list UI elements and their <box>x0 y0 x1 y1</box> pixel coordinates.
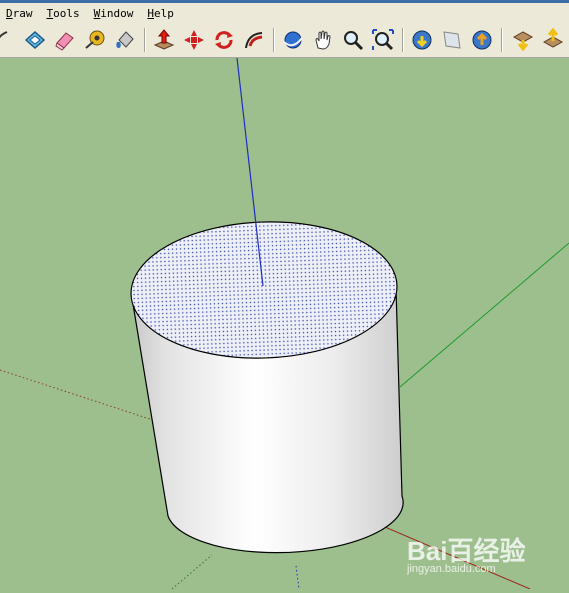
tape-measure-button[interactable] <box>82 27 108 53</box>
paint-bucket-icon <box>116 31 134 48</box>
make-component-button[interactable] <box>22 27 48 53</box>
zoom-icon <box>344 31 364 51</box>
pan-button[interactable] <box>310 27 336 53</box>
paint-bucket-button[interactable] <box>112 27 138 53</box>
push-pull-button[interactable] <box>151 27 177 53</box>
toolbar-separator <box>501 28 503 52</box>
watermark-url: jingyan.baidu.com <box>407 563 496 575</box>
zoom-extents-button[interactable] <box>370 27 396 53</box>
tape-measure-icon <box>85 30 105 49</box>
google-earth-icon <box>472 30 492 50</box>
eraser-button[interactable] <box>52 27 78 53</box>
model-viewport[interactable]: Bai百经验 jingyan.baidu.com <box>0 57 569 590</box>
eraser-icon <box>55 32 74 51</box>
get-models-icon <box>412 30 432 50</box>
menu-tools[interactable]: Tools <box>47 7 86 20</box>
toolbar-separator <box>144 28 146 52</box>
menu-window[interactable]: Window <box>94 7 140 20</box>
arc-icon <box>0 31 8 39</box>
share-model-icon <box>443 31 461 49</box>
red-axis-dotted <box>0 369 169 426</box>
get-models-button[interactable] <box>409 27 435 53</box>
green-axis <box>399 242 569 388</box>
share-model-button[interactable] <box>439 27 465 53</box>
menu-draw[interactable]: Draw <box>6 7 39 20</box>
pan-icon <box>315 30 331 50</box>
share-components-button[interactable] <box>540 27 566 53</box>
green-axis-dotted <box>171 554 213 590</box>
rotate-button[interactable] <box>211 27 237 53</box>
make-component-icon <box>24 30 46 50</box>
toolbar <box>0 24 569 58</box>
zoom-extents-icon <box>372 29 394 51</box>
menu-bar: Draw Tools Window Help <box>0 0 569 24</box>
google-earth-button[interactable] <box>469 27 495 53</box>
toolbar-separator <box>273 28 275 52</box>
get-components-icon <box>512 31 534 52</box>
push-pull-icon <box>153 29 175 50</box>
scene-canvas <box>0 57 569 590</box>
move-button[interactable] <box>181 27 207 53</box>
follow-me-button[interactable] <box>241 27 267 53</box>
toolbar-separator <box>402 28 404 52</box>
blue-axis-dotted <box>295 565 300 590</box>
orbit-button[interactable] <box>280 27 306 53</box>
follow-me-icon <box>245 32 263 49</box>
orbit-icon <box>283 31 303 49</box>
get-components-button[interactable] <box>510 27 536 53</box>
arc-tool-button[interactable] <box>0 27 14 53</box>
menu-help[interactable]: Help <box>147 7 180 20</box>
zoom-button[interactable] <box>340 27 366 53</box>
rotate-icon <box>215 31 233 49</box>
share-components-icon <box>542 28 564 48</box>
watermark: Bai百经验 jingyan.baidu.com <box>403 527 533 579</box>
move-icon <box>184 30 204 50</box>
